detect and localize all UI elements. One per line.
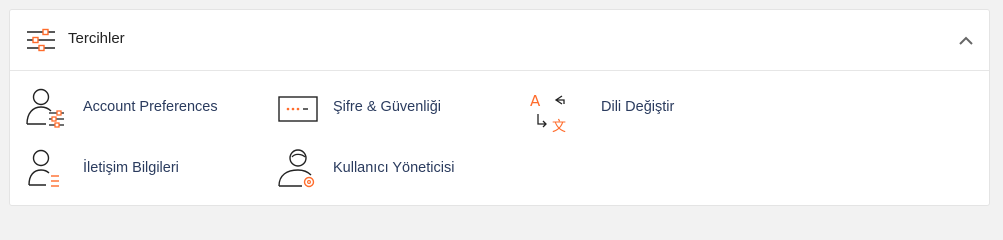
account-preferences-link[interactable]: Account Preferences: [24, 86, 254, 130]
change-language-link[interactable]: A 文 Dili Değiştir: [528, 90, 698, 134]
password-security-link[interactable]: Şifre & Güvenliği: [278, 90, 478, 134]
item-label: Account Preferences: [83, 99, 218, 115]
svg-text:文: 文: [552, 119, 566, 134]
section-title: Tercihler: [68, 30, 125, 47]
item-label: Kullanıcı Yöneticisi: [333, 160, 455, 176]
item-label: Şifre & Güvenliği: [333, 99, 441, 115]
contact-info-link[interactable]: İletişim Bilgileri: [24, 147, 224, 191]
item-label: İletişim Bilgileri: [83, 160, 179, 176]
preferences-panel: Tercihler Account Preferences Şifre & Gü…: [9, 9, 990, 206]
panel-header[interactable]: Tercihler: [10, 10, 989, 71]
svg-text:A: A: [530, 92, 541, 110]
chevron-up-icon[interactable]: [955, 30, 977, 52]
item-label: Dili Değiştir: [601, 99, 675, 115]
user-manager-link[interactable]: Kullanıcı Yöneticisi: [278, 147, 498, 191]
sliders-icon: [26, 27, 56, 53]
